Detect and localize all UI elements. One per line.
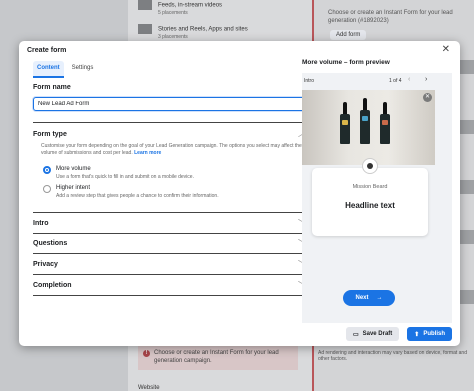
divider bbox=[33, 295, 305, 296]
form-name-section: Form name bbox=[33, 84, 305, 111]
thumbnail bbox=[458, 120, 474, 134]
placement-thumbnail bbox=[138, 24, 152, 34]
error-text: Choose or create an Instant Form for you… bbox=[154, 350, 279, 365]
placement-count: 3 placements bbox=[158, 34, 188, 40]
add-form-button[interactable]: Add form bbox=[330, 30, 367, 40]
description-text: Customise your form depending on the goa… bbox=[41, 143, 302, 157]
create-form-modal: Create form ✕ Content Settings Form name… bbox=[19, 41, 460, 346]
close-icon[interactable]: ✕ bbox=[442, 45, 450, 55]
section-intro[interactable]: Intro ﹀ bbox=[33, 214, 305, 232]
preview-brand: Mission Beard bbox=[352, 184, 388, 190]
placement-row: Feeds, in-stream videos 5 placements bbox=[138, 0, 308, 16]
form-name-input[interactable] bbox=[33, 97, 305, 111]
next-label: Next bbox=[355, 295, 369, 301]
close-icon[interactable]: ✕ bbox=[423, 93, 432, 102]
option-description: Add a review step that gives people a ch… bbox=[56, 193, 219, 199]
section-completion[interactable]: Completion ﹀ bbox=[33, 276, 305, 294]
publish-label: Publish bbox=[423, 331, 445, 337]
rendering-note: Ad rendering and interaction may vary ba… bbox=[318, 350, 467, 362]
preview-title: More volume – form preview bbox=[302, 59, 390, 66]
save-draft-button[interactable]: ▭ Save Draft bbox=[345, 327, 400, 341]
thumbnail bbox=[458, 230, 474, 244]
form-preview: More volume – form preview Intro 1 of 4 … bbox=[302, 59, 452, 323]
error-banner: ! Choose or create an Instant Form for y… bbox=[138, 345, 298, 370]
form-type-description: Customise your form depending on the goa… bbox=[41, 143, 303, 158]
option-higher-intent[interactable]: Higher intent Add a review step that giv… bbox=[43, 185, 293, 199]
form-required-prompt: Choose or create an Instant Form for you… bbox=[328, 10, 453, 24]
bottle-image bbox=[360, 98, 370, 144]
preview-nav: Intro 1 of 4 ‹ › bbox=[302, 73, 452, 88]
error-icon: ! bbox=[143, 350, 150, 357]
section-label: Privacy bbox=[33, 260, 58, 268]
brand-logo-icon bbox=[362, 158, 378, 174]
tab-settings[interactable]: Settings bbox=[68, 61, 98, 78]
chevron-left-icon[interactable]: ‹ bbox=[408, 76, 410, 83]
form-name-heading: Form name bbox=[33, 84, 71, 91]
section-label: Completion bbox=[33, 281, 72, 289]
placement-thumbnail bbox=[138, 0, 152, 10]
website-label: Website bbox=[138, 385, 160, 391]
placement-count: 5 placements bbox=[158, 10, 188, 16]
preview-step-label: Intro bbox=[304, 78, 315, 84]
save-draft-label: Save Draft bbox=[362, 331, 393, 337]
publish-icon: ⬆ bbox=[414, 331, 420, 338]
divider bbox=[33, 274, 305, 275]
preview-headline: Headline text bbox=[345, 201, 395, 210]
section-privacy[interactable]: Privacy ﹀ bbox=[33, 255, 305, 273]
save-icon: ▭ bbox=[352, 331, 359, 338]
placement-row: Stories and Reels, Apps and sites 3 plac… bbox=[138, 24, 308, 40]
option-label: More volume bbox=[56, 166, 91, 172]
modal-title: Create form bbox=[27, 47, 67, 54]
thumbnail bbox=[458, 180, 474, 194]
modal-tabs: Content Settings bbox=[33, 61, 97, 78]
option-label: Higher intent bbox=[56, 185, 91, 191]
thumbnail bbox=[458, 290, 474, 304]
divider bbox=[33, 253, 305, 254]
bottle-image bbox=[380, 102, 390, 144]
publish-button[interactable]: ⬆ Publish bbox=[407, 327, 452, 341]
section-label: Intro bbox=[33, 219, 49, 227]
form-type-header[interactable]: Form type ︿ bbox=[33, 125, 305, 143]
form-type-heading: Form type bbox=[33, 130, 67, 138]
radio-selected[interactable] bbox=[43, 166, 51, 174]
section-label: Questions bbox=[33, 239, 68, 247]
chevron-right-icon[interactable]: › bbox=[425, 76, 427, 83]
preview-frame: Intro 1 of 4 ‹ › ✕ Mission Beard Headlin… bbox=[302, 73, 452, 323]
divider bbox=[33, 122, 305, 123]
modal-footer: ▭ Save Draft ⬆ Publish bbox=[345, 327, 452, 341]
option-description: Use a form that's quick to fill in and s… bbox=[56, 174, 194, 180]
radio-unselected[interactable] bbox=[43, 185, 51, 193]
preview-card: Mission Beard Headline text bbox=[312, 158, 428, 236]
bottle-image bbox=[340, 102, 350, 144]
placement-title: Stories and Reels, Apps and sites bbox=[158, 26, 248, 33]
section-questions[interactable]: Questions ﹀ bbox=[33, 234, 305, 252]
tab-content[interactable]: Content bbox=[33, 61, 64, 78]
preview-page-count: 1 of 4 bbox=[389, 78, 402, 84]
preview-image: ✕ bbox=[302, 90, 435, 165]
arrow-right-icon: → bbox=[376, 295, 383, 301]
divider bbox=[33, 212, 305, 213]
learn-more-link[interactable]: Learn more bbox=[134, 150, 161, 156]
thumbnail bbox=[458, 60, 474, 74]
option-more-volume[interactable]: More volume Use a form that's quick to f… bbox=[43, 166, 293, 180]
placement-title: Feeds, in-stream videos bbox=[158, 2, 223, 9]
preview-next-button[interactable]: Next → bbox=[343, 290, 395, 306]
